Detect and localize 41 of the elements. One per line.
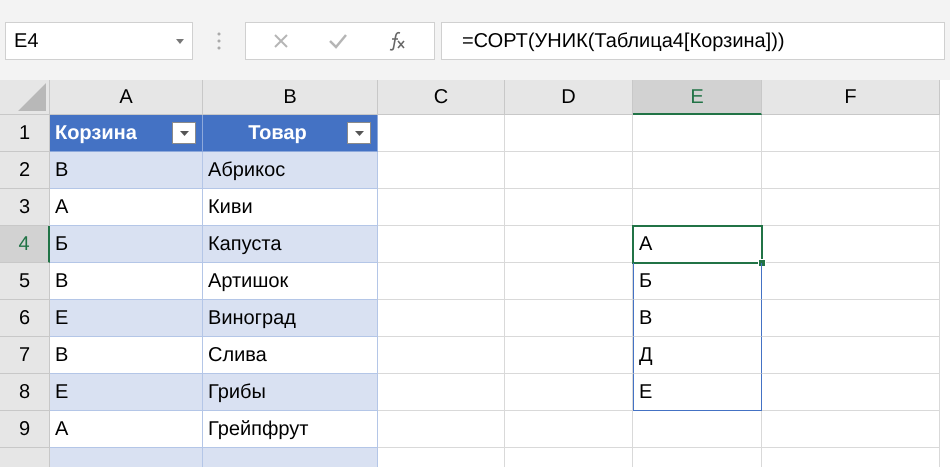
cell[interactable]: Д [633,337,762,374]
column-header[interactable]: C [378,80,505,115]
table-cell: В [50,337,203,374]
table-cell: Е [50,300,203,337]
table-cell: Капуста [203,226,378,263]
cell-reference: E4 [14,29,38,54]
table-header-cell-text: Товар [247,121,308,146]
table-cell: Абрикос [203,152,378,189]
column-header[interactable]: A [50,80,203,115]
cell[interactable]: Е [633,374,762,411]
table-cell: В [50,152,203,189]
row-header[interactable]: 8 [0,374,50,411]
table-header-cell-text: Корзина [55,121,137,146]
table-cell: В [50,263,203,300]
formula-text: =СОРТ(УНИК(Таблица4[Корзина])) [462,29,785,54]
row-header[interactable]: 9 [0,411,50,448]
table-cell: Грибы [203,374,378,411]
table-cell: Артишок [203,263,378,300]
table-cell: Слива [203,337,378,374]
cell[interactable]: В [633,300,762,337]
formula-field[interactable]: =СОРТ(УНИК(Таблица4[Корзина])) [441,22,945,60]
row-header[interactable]: 3 [0,189,50,226]
row-header[interactable]: 6 [0,300,50,337]
table-cell: Грейпфрут [203,411,378,448]
column-header[interactable]: B [203,80,378,115]
table-cell: Е [50,374,203,411]
table-cell: Б [50,226,203,263]
column-header[interactable]: E [633,80,762,115]
table-cell: А [50,411,203,448]
cell[interactable]: Б [633,263,762,300]
column-header[interactable]: F [762,80,940,115]
row-header[interactable]: 2 [0,152,50,189]
table-cell: А [50,189,203,226]
row-header[interactable]: 4 [0,226,50,263]
table-cell: Виноград [203,300,378,337]
row-header[interactable]: 7 [0,337,50,374]
row-header[interactable]: 1 [0,115,50,152]
column-header[interactable]: D [505,80,633,115]
row-header[interactable]: 5 [0,263,50,300]
table-cell: Киви [203,189,378,226]
name-box[interactable]: E4 [5,22,193,60]
